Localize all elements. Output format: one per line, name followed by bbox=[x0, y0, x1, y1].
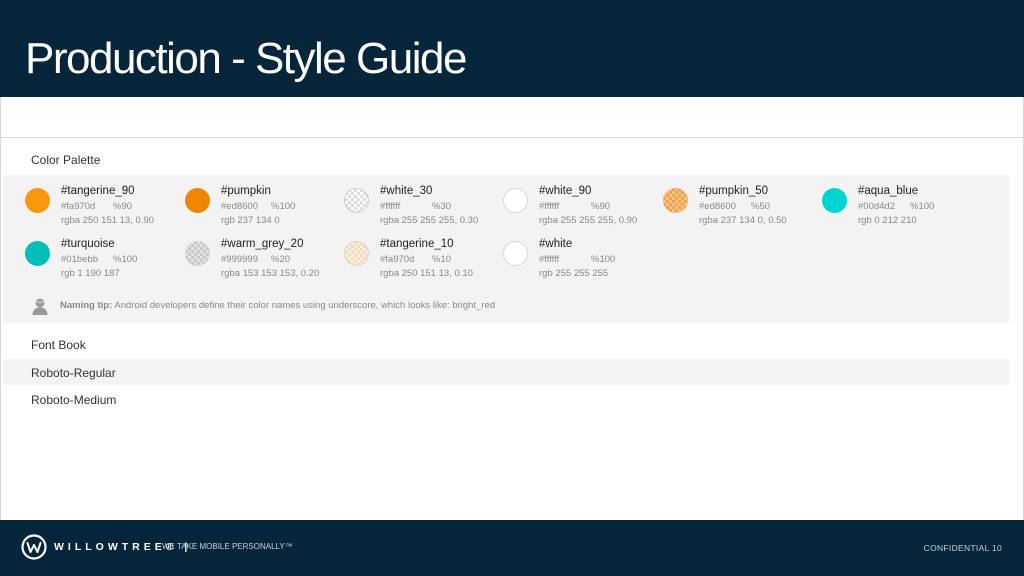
color-dot bbox=[25, 241, 50, 266]
color-dot bbox=[503, 241, 528, 266]
swatch-hex: #00d4d2 bbox=[858, 201, 895, 212]
user-icon bbox=[32, 298, 48, 315]
swatch-hex: #999999 bbox=[221, 254, 258, 265]
swatch-rgb: rgba 255 255 255, 0.90 bbox=[539, 215, 638, 226]
swatch-aqua-blue[interactable]: #aqua_blue #00d4d2 %100 rgb 0 212 210 bbox=[822, 185, 982, 235]
swatch-hex: #ffffff bbox=[539, 201, 560, 212]
font-book-heading: Font Book bbox=[31, 338, 86, 352]
font-name: Roboto-Regular bbox=[31, 366, 116, 380]
swatch-percent: %100 bbox=[113, 254, 138, 265]
swatch-turquoise[interactable]: #turquoise #01bebb %100 rgb 1 190 187 bbox=[25, 238, 185, 288]
swatch-percent: %10 bbox=[432, 254, 452, 265]
swatch-white[interactable]: #white #ffffff %100 rgb 255 255 255 bbox=[503, 238, 663, 288]
swatch-hex: #ed8600 bbox=[221, 201, 258, 212]
swatch-percent: %90 bbox=[113, 201, 133, 212]
color-dot bbox=[25, 188, 50, 213]
swatch-name: #white_90 bbox=[539, 185, 592, 197]
swatch-rgb: rgb 237 134 0 bbox=[221, 215, 280, 226]
swatch-name: #tangerine_10 bbox=[380, 238, 454, 250]
color-dot bbox=[185, 188, 210, 213]
swatch-percent: %90 bbox=[591, 201, 611, 212]
swatch-white-30[interactable]: #white_30 #ffffff %30 rgba 255 255 255, … bbox=[344, 185, 504, 235]
swatch-name: #pumpkin_50 bbox=[699, 185, 769, 197]
swatch-percent: %100 bbox=[910, 201, 935, 212]
swatch-rgb: rgb 255 255 255 bbox=[539, 268, 609, 279]
swatch-pumpkin-50[interactable]: #pumpkin_50 #ed8600 %50 rgba 237 134 0, … bbox=[663, 185, 823, 235]
swatch-rgb: rgb 1 190 187 bbox=[61, 268, 120, 279]
swatch-percent: %20 bbox=[271, 254, 291, 265]
swatch-pumpkin[interactable]: #pumpkin #ed8600 %100 rgb 237 134 0 bbox=[185, 185, 345, 235]
swatch-hex: #ffffff bbox=[380, 201, 401, 212]
color-dot bbox=[344, 188, 369, 213]
page-title: Production - Style Guide bbox=[25, 34, 467, 83]
font-row-roboto-regular[interactable]: Roboto-Regular bbox=[3, 359, 1009, 385]
swatch-percent: %30 bbox=[432, 201, 452, 212]
font-row-roboto-medium[interactable]: Roboto-Medium bbox=[3, 386, 1009, 412]
color-dot bbox=[822, 188, 847, 213]
swatch-hex: #01bebb bbox=[61, 254, 98, 265]
swatch-warm-grey-20[interactable]: #warm_grey_20 #999999 %20 rgba 153 153 1… bbox=[185, 238, 345, 288]
swatch-rgb: rgba 255 255 255, 0.30 bbox=[380, 215, 479, 226]
tagline: WE TAKE MOBILE PERSONALLY™ bbox=[162, 542, 293, 551]
swatch-rgb: rgba 153 153 153, 0.20 bbox=[221, 268, 320, 279]
swatch-hex: #fa970d bbox=[380, 254, 415, 265]
color-dot bbox=[185, 241, 210, 266]
tip-body: Android developers define their color na… bbox=[114, 300, 496, 311]
swatch-name: #white bbox=[539, 238, 573, 250]
color-dot bbox=[344, 241, 369, 266]
swatch-rgb: rgba 250 151 13, 0.90 bbox=[61, 215, 154, 226]
confidential-page-number: CONFIDENTIAL 10 bbox=[923, 543, 1002, 553]
font-name: Roboto-Medium bbox=[31, 393, 117, 407]
divider bbox=[1, 137, 1023, 138]
swatch-rgb: rgba 250 151 13, 0.10 bbox=[380, 268, 473, 279]
swatch-name: #turquoise bbox=[61, 238, 115, 250]
footer-bar: WILLOWTREE® | WE TAKE MOBILE PERSONALLY™… bbox=[0, 520, 1024, 576]
swatch-tangerine-10[interactable]: #tangerine_10 #fa970d %10 rgba 250 151 1… bbox=[344, 238, 504, 288]
swatch-tangerine-90[interactable]: #tangerine_90 #fa970d %90 rgba 250 151 1… bbox=[25, 185, 185, 235]
swatch-hex: #ed8600 bbox=[699, 201, 736, 212]
content-area: Color Palette #tangerine_90 #fa970d %90 … bbox=[0, 97, 1024, 520]
swatch-hex: #fa970d bbox=[61, 201, 96, 212]
color-dot bbox=[663, 188, 688, 213]
willowtree-logo-icon bbox=[21, 534, 47, 560]
swatch-rgb: rgba 237 134 0, 0.50 bbox=[699, 215, 787, 226]
swatch-percent: %100 bbox=[591, 254, 616, 265]
swatch-rgb: rgb 0 212 210 bbox=[858, 215, 917, 226]
color-dot bbox=[503, 188, 528, 213]
swatch-percent: %100 bbox=[271, 201, 296, 212]
tip-label: Naming tip: bbox=[60, 300, 113, 311]
swatch-white-90[interactable]: #white_90 #ffffff %90 rgba 255 255 255, … bbox=[503, 185, 663, 235]
swatch-name: #aqua_blue bbox=[858, 185, 919, 197]
swatch-name: #white_30 bbox=[380, 185, 433, 197]
color-palette-panel: #tangerine_90 #fa970d %90 rgba 250 151 1… bbox=[3, 175, 1009, 323]
swatch-name: #pumpkin bbox=[221, 185, 271, 197]
swatch-percent: %50 bbox=[751, 201, 771, 212]
swatch-hex: #ffffff bbox=[539, 254, 560, 265]
tip-text: Naming tip: Android developers define th… bbox=[60, 300, 495, 311]
swatch-name: #tangerine_90 bbox=[61, 185, 135, 197]
color-palette-heading: Color Palette bbox=[31, 153, 101, 167]
swatch-name: #warm_grey_20 bbox=[221, 238, 304, 250]
header-bar: Production - Style Guide bbox=[0, 0, 1024, 97]
